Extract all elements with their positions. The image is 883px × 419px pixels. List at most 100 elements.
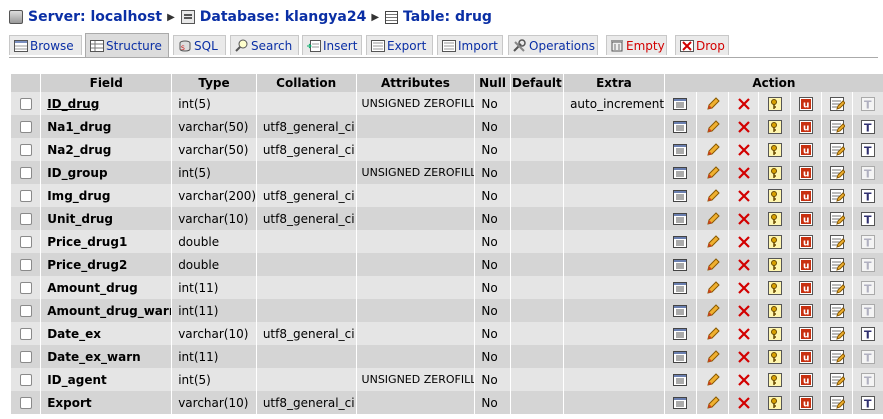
- edit-icon[interactable]: [705, 326, 721, 342]
- browse-distinct-action[interactable]: [663, 276, 697, 299]
- primary-key-icon[interactable]: [767, 188, 783, 204]
- fulltext-icon[interactable]: T: [860, 349, 876, 365]
- unique-icon[interactable]: u: [798, 119, 814, 135]
- edit-action[interactable]: [696, 161, 729, 184]
- edit-icon[interactable]: [705, 280, 721, 296]
- unique-action[interactable]: u: [789, 92, 822, 115]
- browse-distinct-icon[interactable]: [672, 303, 688, 319]
- fulltext-icon[interactable]: T: [860, 142, 876, 158]
- index-icon[interactable]: [829, 119, 846, 135]
- row-select-cell[interactable]: [9, 276, 41, 299]
- browse-distinct-action[interactable]: [663, 161, 697, 184]
- row-select-cell[interactable]: [9, 161, 41, 184]
- index-icon[interactable]: [829, 165, 846, 181]
- index-icon[interactable]: [829, 280, 846, 296]
- row-select-cell[interactable]: [9, 115, 41, 138]
- primary-key-action[interactable]: [758, 115, 791, 138]
- drop-icon[interactable]: [736, 372, 752, 388]
- edit-action[interactable]: [696, 115, 729, 138]
- edit-action[interactable]: [696, 299, 729, 322]
- edit-icon[interactable]: [705, 303, 721, 319]
- unique-action[interactable]: u: [789, 276, 822, 299]
- fulltext-icon[interactable]: T: [860, 395, 876, 411]
- fulltext-icon[interactable]: T: [860, 303, 876, 319]
- primary-key-action[interactable]: [758, 345, 791, 368]
- unique-action[interactable]: u: [789, 345, 822, 368]
- tab-search[interactable]: Search: [230, 35, 299, 55]
- primary-key-action[interactable]: [758, 92, 791, 115]
- primary-key-icon[interactable]: [767, 234, 783, 250]
- edit-icon[interactable]: [705, 211, 721, 227]
- primary-key-action[interactable]: [758, 184, 791, 207]
- browse-distinct-icon[interactable]: [672, 349, 688, 365]
- drop-icon[interactable]: [736, 257, 752, 273]
- drop-action[interactable]: [728, 184, 759, 207]
- row-checkbox[interactable]: [19, 328, 32, 340]
- tab-structure[interactable]: Structure: [85, 33, 169, 57]
- unique-action[interactable]: u: [789, 322, 822, 345]
- primary-key-action[interactable]: [758, 276, 791, 299]
- edit-action[interactable]: [696, 368, 729, 391]
- browse-distinct-action[interactable]: [663, 391, 697, 414]
- drop-icon[interactable]: [736, 349, 752, 365]
- primary-key-icon[interactable]: [767, 326, 783, 342]
- browse-distinct-icon[interactable]: [672, 395, 688, 411]
- index-icon[interactable]: [829, 234, 846, 250]
- index-icon[interactable]: [829, 326, 846, 342]
- drop-action[interactable]: [728, 322, 759, 345]
- unique-icon[interactable]: u: [798, 326, 814, 342]
- row-checkbox[interactable]: [19, 167, 32, 179]
- index-icon[interactable]: [829, 96, 846, 112]
- drop-action[interactable]: [728, 253, 759, 276]
- fulltext-action[interactable]: T: [852, 322, 883, 345]
- browse-distinct-action[interactable]: [663, 299, 697, 322]
- primary-key-icon[interactable]: [767, 303, 783, 319]
- row-select-cell[interactable]: [9, 391, 41, 414]
- fulltext-icon[interactable]: T: [860, 119, 876, 135]
- browse-distinct-action[interactable]: [663, 253, 697, 276]
- primary-key-action[interactable]: [758, 161, 791, 184]
- fulltext-action[interactable]: T: [852, 115, 883, 138]
- fulltext-action[interactable]: T: [852, 253, 883, 276]
- primary-key-icon[interactable]: [767, 372, 783, 388]
- unique-action[interactable]: u: [789, 115, 822, 138]
- drop-action[interactable]: [728, 345, 759, 368]
- primary-key-action[interactable]: [758, 391, 791, 414]
- unique-action[interactable]: u: [789, 230, 822, 253]
- fulltext-icon[interactable]: T: [860, 188, 876, 204]
- row-checkbox[interactable]: [19, 98, 32, 110]
- primary-key-action[interactable]: [758, 322, 791, 345]
- edit-action[interactable]: [696, 138, 729, 161]
- index-action[interactable]: [820, 115, 853, 138]
- unique-icon[interactable]: u: [798, 234, 814, 250]
- drop-icon[interactable]: [736, 165, 752, 181]
- edit-action[interactable]: [696, 92, 729, 115]
- unique-icon[interactable]: u: [798, 349, 814, 365]
- fulltext-action[interactable]: T: [852, 391, 883, 414]
- index-icon[interactable]: [829, 257, 846, 273]
- edit-action[interactable]: [696, 253, 729, 276]
- drop-icon[interactable]: [736, 96, 752, 112]
- fulltext-action[interactable]: T: [852, 299, 883, 322]
- primary-key-icon[interactable]: [767, 257, 783, 273]
- unique-icon[interactable]: u: [798, 257, 814, 273]
- row-select-cell[interactable]: [9, 322, 41, 345]
- browse-distinct-icon[interactable]: [672, 326, 688, 342]
- primary-key-icon[interactable]: [767, 119, 783, 135]
- browse-distinct-icon[interactable]: [672, 372, 688, 388]
- edit-icon[interactable]: [705, 395, 721, 411]
- browse-distinct-icon[interactable]: [672, 188, 688, 204]
- browse-distinct-icon[interactable]: [672, 119, 688, 135]
- fulltext-icon[interactable]: T: [860, 211, 876, 227]
- fulltext-icon[interactable]: T: [860, 234, 876, 250]
- browse-distinct-action[interactable]: [663, 322, 697, 345]
- unique-icon[interactable]: u: [798, 303, 814, 319]
- fulltext-action[interactable]: T: [852, 345, 883, 368]
- unique-action[interactable]: u: [789, 253, 822, 276]
- fulltext-action[interactable]: T: [852, 368, 883, 391]
- edit-icon[interactable]: [705, 349, 721, 365]
- browse-distinct-icon[interactable]: [672, 234, 688, 250]
- edit-action[interactable]: [696, 207, 729, 230]
- unique-action[interactable]: u: [789, 138, 822, 161]
- breadcrumb-server-label[interactable]: Server: localhost: [28, 9, 162, 25]
